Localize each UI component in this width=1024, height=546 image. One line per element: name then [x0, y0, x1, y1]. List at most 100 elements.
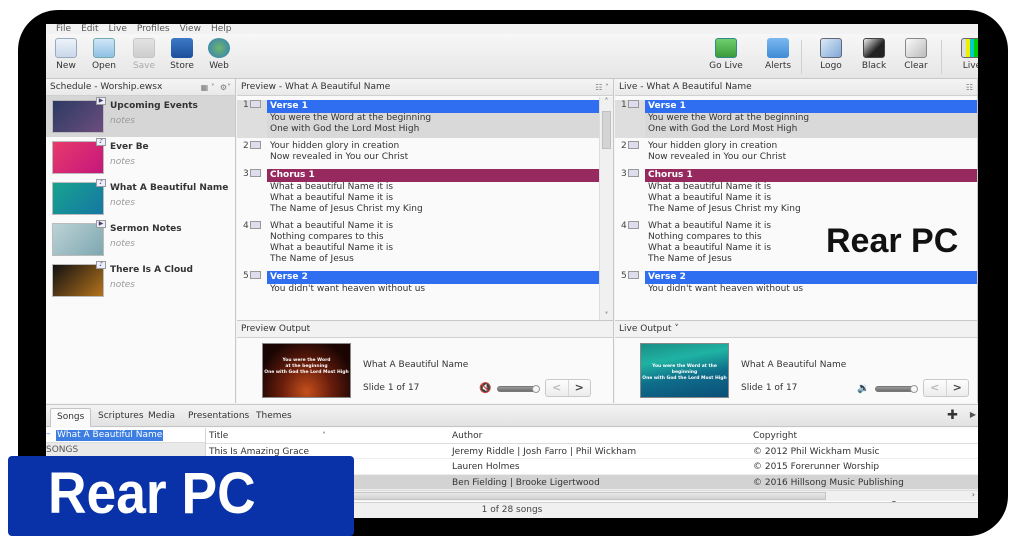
- slide-item[interactable]: 4 What a beautiful Name it is Nothing comp…: [237, 221, 599, 268]
- muted-speaker-icon[interactable]: 🔇: [479, 383, 491, 394]
- scroll-down-icon[interactable]: ˅: [600, 311, 613, 320]
- new-document-icon: [55, 38, 77, 58]
- column-header-copyright[interactable]: Copyright: [753, 431, 797, 441]
- slide-header: Verse 2: [267, 271, 599, 284]
- lyric-line: Now revealed in You our Christ: [648, 152, 787, 162]
- slide-item[interactable]: 3 Chorus 1 What a beautiful Name it is What…: [237, 169, 599, 218]
- gear-icon[interactable]: ⚙˅: [220, 83, 231, 92]
- new-button[interactable]: New: [46, 38, 86, 71]
- store-button[interactable]: Store: [162, 38, 202, 71]
- alerts-broadcast-icon: [767, 38, 789, 58]
- previous-slide-button[interactable]: <: [546, 380, 569, 396]
- live-volume-slider[interactable]: [875, 385, 918, 393]
- menu-view[interactable]: View: [180, 24, 201, 34]
- tab-themes[interactable]: Themes: [250, 408, 298, 427]
- schedule-title: Schedule - Worship.ewsx: [50, 82, 163, 92]
- schedule-item[interactable]: ▶ Upcoming Events notes: [46, 96, 235, 137]
- live-output-header[interactable]: Live Output ˅: [615, 321, 977, 338]
- song-icon: ♪: [96, 179, 106, 187]
- live-nav: < >: [923, 379, 969, 397]
- slide-number-text: 1: [243, 100, 249, 110]
- scroll-right-icon[interactable]: ›: [972, 490, 975, 499]
- slide-item[interactable]: 5 Verse 2 You didn't want heaven without u…: [237, 271, 599, 298]
- live-button[interactable]: Live: [952, 38, 978, 71]
- next-slide-button[interactable]: >: [947, 380, 969, 396]
- preview-song-title: What A Beautiful Name: [363, 360, 469, 370]
- song-title: This Is Amazing Grace: [209, 446, 310, 457]
- library-tabs: ✚ ▶ Songs Scriptures Media Presentations The…: [46, 405, 978, 427]
- preview-output-header: Preview Output: [237, 321, 613, 338]
- slide-item[interactable]: 1 Verse 1 You were the Word at the beginni…: [237, 100, 599, 138]
- menu-help[interactable]: Help: [211, 24, 232, 34]
- scroll-up-icon[interactable]: ˄: [600, 97, 613, 106]
- preview-scrollbar[interactable]: ˄ ˅: [599, 97, 613, 320]
- slide-number: 1: [237, 100, 267, 138]
- menu-file[interactable]: File: [56, 24, 71, 34]
- lyric-line: What a beautiful Name it is: [648, 182, 772, 192]
- tab-presentations[interactable]: Presentations: [182, 408, 255, 427]
- schedule-item-notes: notes: [110, 239, 135, 249]
- preview-volume-slider[interactable]: [497, 385, 540, 393]
- slide-lyrics: You didn't want heaven without us: [267, 284, 599, 298]
- slide-item[interactable]: 2 Your hidden glory in creation Now reveal…: [237, 141, 599, 166]
- slide-number-text: 4: [621, 221, 627, 231]
- song-icon: ♪: [96, 261, 106, 269]
- song-author: Jeremy Riddle | Josh Farro | Phil Wickha…: [452, 446, 637, 457]
- live-color-bars-icon: [961, 38, 978, 58]
- thumb-text-line: One with God the Lord Most High: [264, 370, 349, 375]
- slide-item[interactable]: 3 Chorus 1 What a beautiful Name it is What…: [615, 169, 977, 218]
- lyric-line: One with God the Lord Most High: [270, 124, 420, 134]
- black-button[interactable]: Black: [854, 38, 894, 71]
- schedule-item-title: What A Beautiful Name: [110, 183, 229, 193]
- schedule-panel: Schedule - Worship.ewsx ▦ ˅ ⚙˅ ▶ Upcoming…: [46, 79, 236, 403]
- slide-item[interactable]: 5 Verse 2 You didn't want heaven without u…: [615, 271, 977, 298]
- slide-item[interactable]: 2 Your hidden glory in creation Now reveal…: [615, 141, 977, 166]
- alerts-label: Alerts: [764, 61, 792, 71]
- sort-ascending-icon[interactable]: ˄: [322, 431, 326, 440]
- scroll-thumb[interactable]: [602, 111, 611, 149]
- schedule-item[interactable]: ♪ There Is A Cloud notes: [46, 260, 235, 301]
- library-search-input[interactable]: – What A Beautiful Name: [46, 428, 205, 443]
- slide-view-icon[interactable]: ☷ ˅: [595, 79, 609, 95]
- live-output-thumbnail: You were the Word at the beginning One wi…: [640, 343, 729, 398]
- lyric-line: One with God the Lord Most High: [648, 124, 798, 134]
- more-arrow-icon[interactable]: ▶: [970, 410, 976, 419]
- schedule-item-title: Sermon Notes: [110, 224, 182, 234]
- preview-slide-status: Slide 1 of 17: [363, 383, 420, 393]
- tab-songs[interactable]: Songs: [50, 408, 92, 427]
- live-slide-list: 1 Verse 1 You were the Word at the beginni…: [615, 97, 977, 320]
- slide-header: Verse 1: [645, 100, 977, 113]
- slide-view-icon[interactable]: ☷: [966, 79, 973, 95]
- open-button[interactable]: Open: [84, 38, 124, 71]
- clear-button[interactable]: Clear: [896, 38, 936, 71]
- lyric-line: You didn't want heaven without us: [270, 284, 426, 294]
- menu-profiles[interactable]: Profiles: [137, 24, 170, 34]
- view-grid-icon[interactable]: ▦ ˅: [201, 83, 215, 92]
- menu-edit[interactable]: Edit: [81, 24, 98, 34]
- speaker-icon[interactable]: 🔉: [857, 383, 869, 394]
- slide-item[interactable]: 1 Verse 1 You were the Word at the beginni…: [615, 100, 977, 138]
- next-slide-button[interactable]: >: [569, 380, 591, 396]
- previous-slide-button[interactable]: <: [924, 380, 947, 396]
- tab-scriptures[interactable]: Scriptures: [92, 408, 150, 427]
- clear-screen-icon: [905, 38, 927, 58]
- add-icon[interactable]: ✚: [947, 408, 958, 423]
- lyric-line: What a beautiful Name it is: [270, 182, 394, 192]
- column-header-author[interactable]: Author: [452, 431, 482, 441]
- slide-lyrics: You were the Word at the beginning One wi…: [267, 113, 599, 138]
- web-button[interactable]: Web: [199, 38, 239, 71]
- slide-number-text: 5: [243, 271, 249, 281]
- save-disk-icon: [133, 38, 155, 58]
- schedule-item[interactable]: ▶ Sermon Notes notes: [46, 219, 235, 260]
- tab-media[interactable]: Media: [142, 408, 181, 427]
- schedule-item[interactable]: ♪ Ever Be notes: [46, 137, 235, 178]
- menu-live[interactable]: Live: [109, 24, 127, 34]
- alerts-button[interactable]: Alerts: [758, 38, 798, 71]
- go-live-button[interactable]: Go Live: [706, 38, 746, 71]
- schedule-item[interactable]: ♪ What A Beautiful Name notes: [46, 178, 235, 219]
- logo-button[interactable]: Logo: [811, 38, 851, 71]
- slide-thumbnail-icon: [627, 169, 639, 177]
- live-header: Live - What A Beautiful Name ☷: [615, 79, 977, 96]
- song-copyright: © 2016 Hillsong Music Publishing: [753, 477, 904, 488]
- column-header-title[interactable]: Title: [209, 431, 228, 441]
